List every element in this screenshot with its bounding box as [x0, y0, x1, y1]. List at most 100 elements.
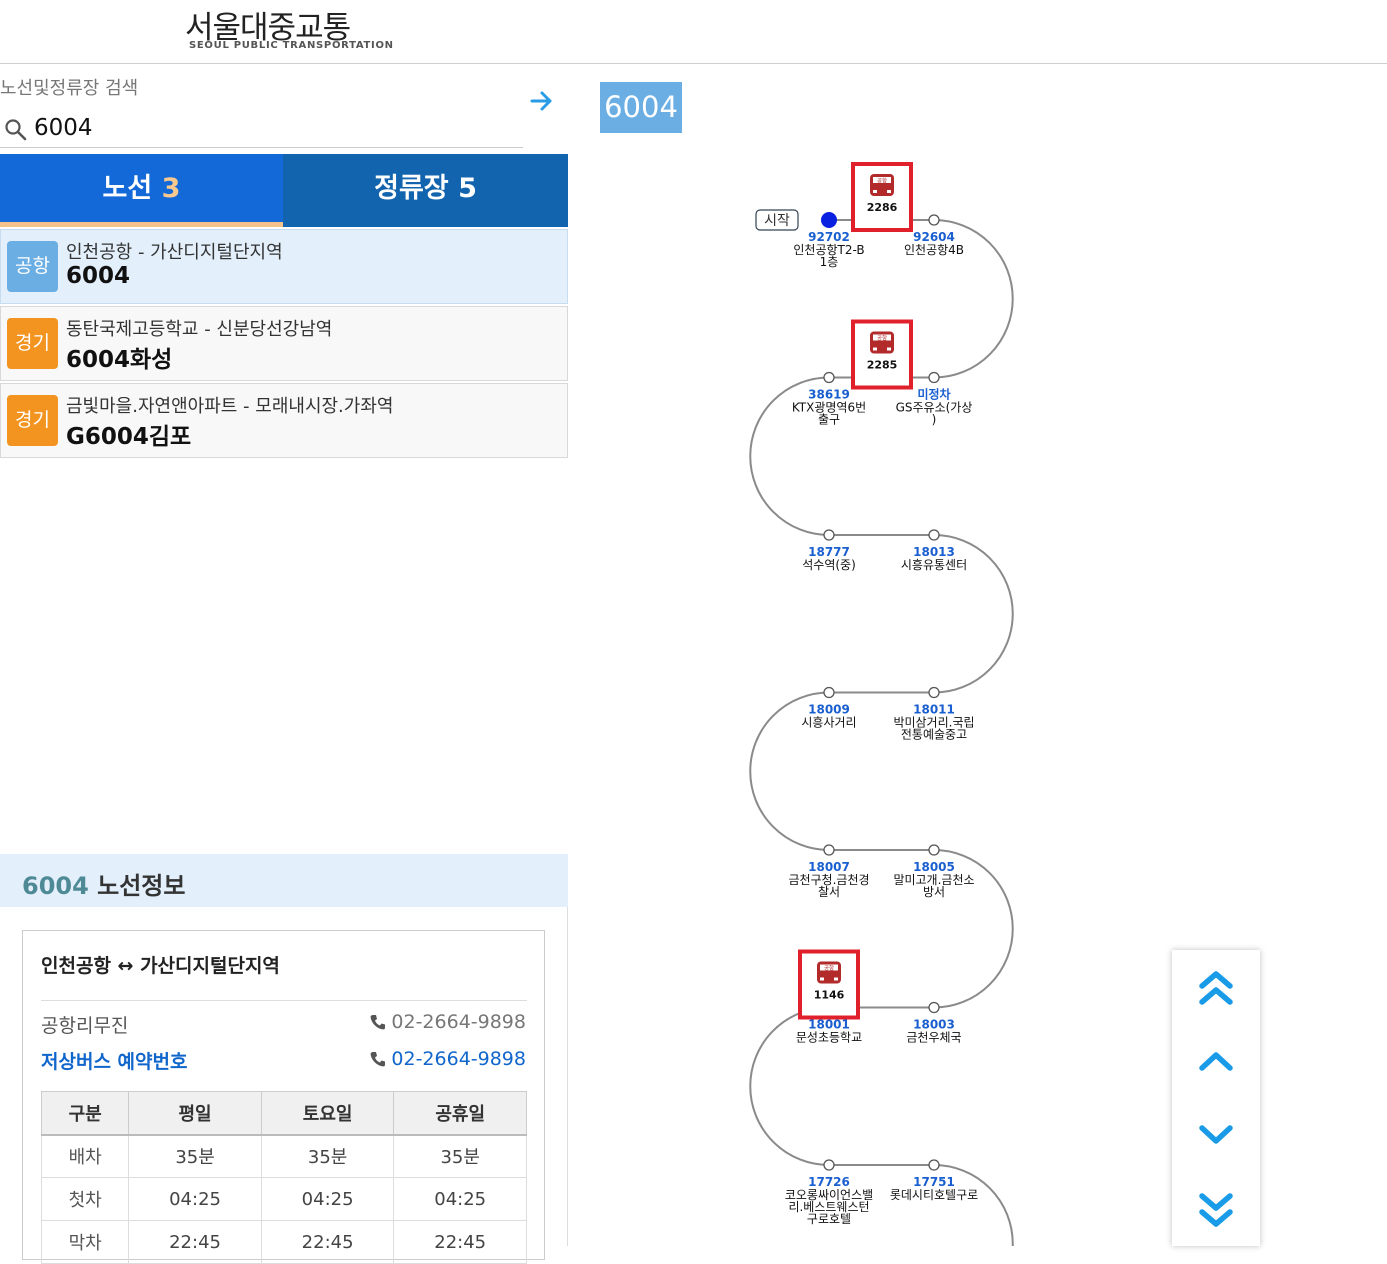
bus-stop[interactable]: 17726코오롱싸이언스밸리.베스트웨스턴구로호텔: [785, 1159, 873, 1226]
stop-id: 18003: [913, 1018, 955, 1032]
stop-marker: [928, 844, 940, 856]
stop-marker: [823, 1159, 835, 1171]
svg-text:공항: 공항: [877, 334, 887, 342]
active-tab-indicator: [0, 222, 283, 227]
chevrons-down-icon[interactable]: [1194, 1188, 1238, 1232]
search-box: [0, 110, 523, 148]
stop-name: 시흥유통센터: [901, 558, 967, 572]
company-phone[interactable]: 02-2664-9898: [369, 1011, 526, 1033]
chevron-down-icon[interactable]: [1194, 1112, 1238, 1156]
tab-stops[interactable]: 정류장 5: [283, 154, 568, 227]
schedule-header-row: 구분 평일 토요일 공휴일: [40, 1091, 527, 1136]
bus-marker[interactable]: 공항 2286: [851, 162, 913, 232]
chevrons-up-icon[interactable]: [1194, 966, 1238, 1010]
bus-marker[interactable]: 공항 2285: [851, 319, 913, 390]
current-stop-marker: [821, 212, 837, 228]
route-result-item[interactable]: 경기 금빛마을.자연앤아파트 - 모래내시장.가좌역 G6004김포: [0, 383, 568, 458]
stop-id: 18009: [808, 703, 850, 717]
result-tabs: 노선 3 정류장 5: [0, 154, 568, 227]
schedule-cell: 04:25: [128, 1177, 262, 1221]
tab-stops-label: 정류장: [374, 173, 449, 204]
bus-highlight-box: [798, 949, 860, 1020]
bus-plate-number: 1146: [814, 989, 845, 1002]
route-type-badge: 경기: [7, 395, 58, 446]
route-info-number: 6004: [22, 872, 89, 900]
schedule-header: 공휴일: [393, 1091, 527, 1136]
bus-stop[interactable]: 18003금천우체국: [906, 1001, 962, 1045]
tab-routes[interactable]: 노선 3: [0, 154, 283, 227]
stop-name: 출구: [818, 413, 840, 427]
schedule-cell: 04:25: [393, 1177, 527, 1221]
stop-id: 18005: [913, 860, 955, 874]
table-row: 배차 35분 35분 35분: [40, 1134, 527, 1178]
route-info-title-text: 노선정보: [88, 872, 186, 900]
stop-name: 1층: [820, 255, 839, 269]
schedule-header: 구분: [40, 1091, 130, 1136]
bus-stop[interactable]: 18011박미삼거리.국립전통예술중고: [893, 686, 975, 742]
stop-name: 전통예술중고: [901, 728, 967, 742]
stop-id: 38619: [808, 388, 850, 402]
bus-stop[interactable]: 18009시흥사거리: [801, 686, 857, 730]
bus-stop[interactable]: 18013시흥유통센터: [901, 529, 967, 572]
arrow-right-icon[interactable]: [528, 88, 556, 114]
bus-stop[interactable]: 18007금천구청.금천경찰서: [788, 844, 870, 899]
route-result-item[interactable]: 경기 동탄국제고등학교 - 신분당선강남역 6004화성: [0, 306, 568, 381]
stop-id: 92604: [913, 230, 955, 244]
bus-stop[interactable]: 18777석수역(중): [802, 529, 856, 572]
stop-marker: [928, 529, 940, 541]
schedule-row-label: 배차: [40, 1134, 130, 1178]
table-row: 막차 22:45 22:45 22:45: [40, 1220, 527, 1264]
route-result-item[interactable]: 공항 인천공항 - 가산디지털단지역 6004: [0, 229, 568, 304]
phone-icon: [370, 1052, 386, 1067]
bus-marker[interactable]: 공항 1146: [798, 949, 860, 1020]
route-endpoints: 인천공항 ↔ 가산디지털단지역: [41, 955, 280, 977]
route-description: 동탄국제고등학교 - 신분당선강남역: [66, 319, 333, 340]
svg-text:공항: 공항: [877, 177, 887, 185]
stop-id: 92702: [808, 230, 850, 244]
stop-id: 18013: [913, 545, 955, 559]
tab-routes-count: 3: [161, 173, 181, 204]
stop-id: 18007: [808, 860, 850, 874]
stop-marker: [823, 844, 835, 856]
chevron-up-icon[interactable]: [1194, 1040, 1238, 1084]
logo-subtitle: SEOUL PUBLIC TRANSPORTATION: [189, 40, 394, 51]
bus-plate-number: 2285: [867, 359, 898, 372]
schedule-cell: 22:45: [128, 1220, 262, 1264]
lowfloor-phone[interactable]: 02-2664-9898: [369, 1048, 526, 1070]
stop-name: ): [932, 413, 937, 427]
route-number: 6004: [66, 263, 131, 289]
bus-company: 공항리무진: [41, 1015, 129, 1037]
svg-text:공항: 공항: [824, 964, 834, 972]
company-phone-number: 02-2664-9898: [391, 1011, 526, 1033]
search-input[interactable]: [34, 112, 514, 144]
route-results-list: 공항 인천공항 - 가산디지털단지역 6004 경기 동탄국제고등학교 - 신분…: [0, 229, 568, 460]
stop-marker: [823, 686, 835, 699]
route-number: G6004김포: [66, 424, 192, 450]
route-info-header: 6004 노선정보: [0, 854, 568, 907]
route-info-card: 인천공항 ↔ 가산디지털단지역 공항리무진 02-2664-9898 저상버스 …: [22, 930, 545, 1264]
route-number-badge: 6004: [600, 82, 682, 133]
schedule-cell: 35분: [128, 1134, 262, 1178]
stop-name: 문성초등학교: [796, 1031, 862, 1045]
schedule-header: 토요일: [260, 1091, 395, 1136]
stop-name: 인천공항4B: [904, 242, 964, 257]
stop-name: 찰서: [818, 885, 840, 899]
bus-stop[interactable]: 18005말미고개.금천소방서: [893, 844, 975, 899]
stop-name: 시흥사거리: [801, 716, 856, 730]
schedule-cell: 04:25: [260, 1177, 395, 1221]
svg-text:시작: 시작: [764, 213, 790, 229]
stop-marker: [823, 371, 835, 384]
bus-icon: 공항: [870, 331, 894, 354]
stop-name: 롯데시티호텔구로: [890, 1188, 978, 1202]
stop-marker: [928, 1001, 940, 1014]
schedule-cell: 22:45: [393, 1220, 527, 1264]
route-info-title: 6004 노선정보: [22, 866, 185, 901]
schedule-cell: 22:45: [260, 1220, 395, 1264]
bus-stop[interactable]: 17751롯데시티호텔구로: [890, 1159, 978, 1202]
lowfloor-phone-number: 02-2664-9898: [391, 1048, 526, 1070]
stop-id: 18011: [913, 703, 955, 717]
stop-name: 석수역(중): [802, 558, 856, 572]
left-panel: 노선및정류장 검색 노선 3 정류장 5 공항 인천공항 - 가산디지털단지역 …: [0, 64, 568, 1264]
stop-name: 구로호텔: [807, 1212, 851, 1226]
schedule-row-label: 첫차: [40, 1177, 130, 1221]
